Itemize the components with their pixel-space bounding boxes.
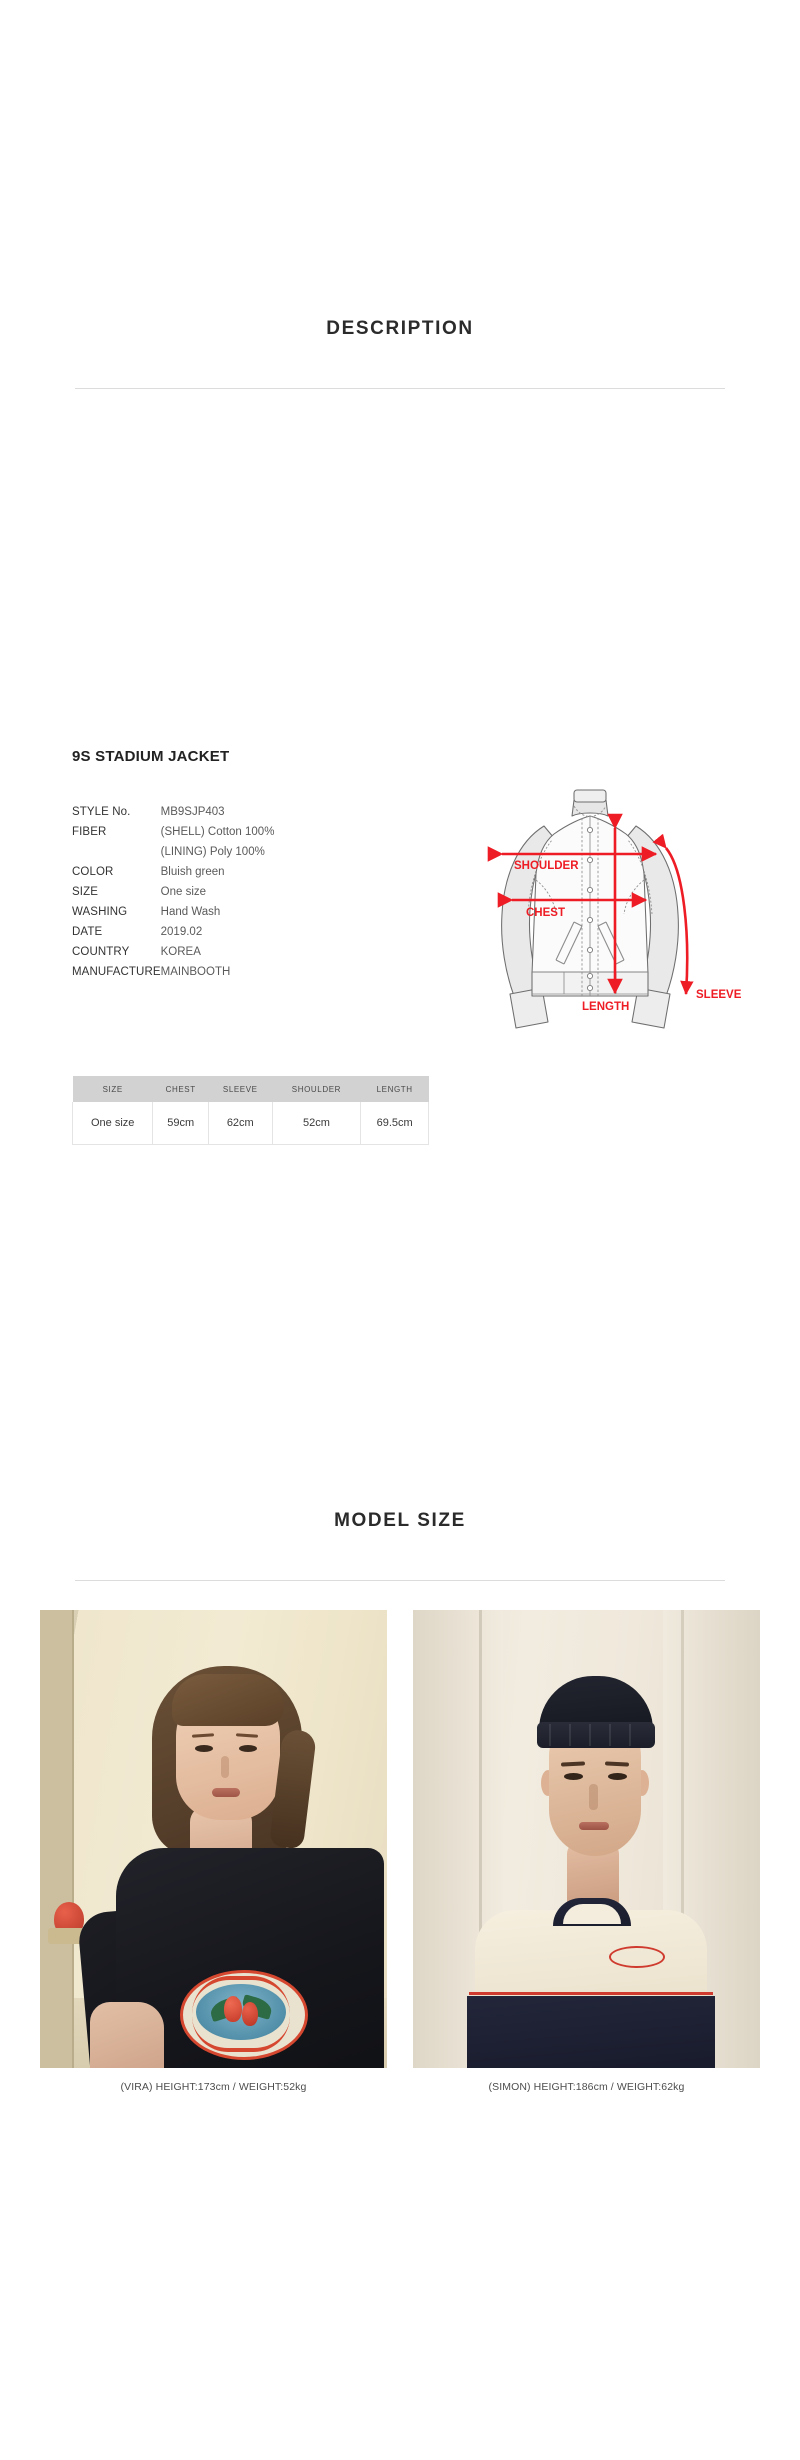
measurement-table: SIZE CHEST SLEEVE SHOULDER LENGTH One si… [71, 1076, 429, 1145]
cell-sleeve: 62cm [207, 1102, 273, 1145]
description-heading: DESCRIPTION [326, 318, 474, 339]
description-divider [75, 388, 725, 389]
spec-row: COLOR Bluish green [72, 862, 362, 882]
model-card: (VIRA) HEIGHT:173cm / WEIGHT:52kg [40, 1610, 387, 2093]
model-caption: (VIRA) HEIGHT:173cm / WEIGHT:52kg [120, 2081, 307, 2093]
spec-value: MAINBOOTH [160, 966, 231, 978]
jacket-measurement-diagram: SHOULDER CHEST LENGTH SLEEVE [470, 738, 770, 1058]
cell-chest: 59cm [152, 1102, 209, 1145]
spec-row: MANUFACTURE MAINBOOTH [72, 962, 362, 982]
measurement-header-sleeve: SLEEVE [208, 1076, 273, 1102]
model-card: (SIMON) HEIGHT:186cm / WEIGHT:62kg [413, 1610, 760, 2093]
measurement-header-row: SIZE CHEST SLEEVE SHOULDER LENGTH [72, 1076, 429, 1102]
spec-key: COUNTRY [72, 946, 130, 958]
spec-key [72, 842, 161, 862]
model-caption: (SIMON) HEIGHT:186cm / WEIGHT:62kg [488, 2081, 685, 2093]
spec-row: FIBER (SHELL) Cotton 100% [72, 822, 362, 842]
measurement-header-chest: CHEST [152, 1076, 209, 1102]
spec-row: SIZE One size [72, 882, 362, 902]
spec-value: MB9SJP403 [160, 806, 225, 818]
diagram-label-length: LENGTH [582, 1001, 629, 1013]
spec-row: COUNTRY KOREA [72, 942, 362, 962]
spec-row: (LINING) Poly 100% [72, 842, 362, 862]
spec-value: Hand Wash [160, 906, 221, 918]
diagram-label-sleeve: SLEEVE [696, 989, 742, 1001]
tshirt-graphic [166, 1940, 316, 2060]
spec-key: WASHING [72, 906, 128, 918]
table-row: One size 59cm 62cm 52cm 69.5cm [71, 1102, 429, 1145]
product-title: 9S STADIUM JACKET [72, 748, 230, 765]
product-spec-list: STYLE No. MB9SJP403 FIBER (SHELL) Cotton… [72, 802, 362, 982]
measurement-header-shoulder: SHOULDER [272, 1076, 361, 1102]
spec-key: SIZE [72, 886, 98, 898]
spec-value: (LINING) Poly 100% [160, 846, 265, 858]
spec-value: (SHELL) Cotton 100% [160, 826, 275, 838]
spec-key: STYLE No. [72, 806, 131, 818]
sweatshirt-logo [609, 1946, 665, 1968]
spec-key: FIBER [72, 826, 107, 838]
spec-key: MANUFACTURE [72, 966, 161, 978]
product-spec-block: 9S STADIUM JACKET STYLE No. MB9SJP403 FI… [0, 748, 800, 1048]
model-photo-row: (VIRA) HEIGHT:173cm / WEIGHT:52kg (SIMON… [0, 1610, 800, 2093]
model-size-divider [75, 1580, 725, 1581]
cell-size: One size [71, 1102, 154, 1145]
spec-key: COLOR [72, 866, 114, 878]
spec-value: KOREA [160, 946, 201, 958]
spec-row: WASHING Hand Wash [72, 902, 362, 922]
cell-shoulder: 52cm [271, 1102, 362, 1145]
diagram-label-chest: CHEST [526, 907, 565, 919]
spec-key: DATE [72, 926, 103, 938]
spec-row: DATE 2019.02 [72, 922, 362, 942]
spec-value: 2019.02 [160, 926, 203, 938]
model-photo-simon [413, 1610, 760, 2068]
measurement-header-size: SIZE [72, 1076, 153, 1102]
spec-value: Bluish green [160, 866, 225, 878]
cell-length: 69.5cm [360, 1102, 429, 1145]
model-size-heading: MODEL SIZE [334, 1510, 466, 1531]
model-photo-vira [40, 1610, 387, 2068]
spec-row: STYLE No. MB9SJP403 [72, 802, 362, 822]
measurement-header-length: LENGTH [360, 1076, 429, 1102]
diagram-label-shoulder: SHOULDER [514, 860, 579, 872]
spec-value: One size [160, 886, 207, 898]
